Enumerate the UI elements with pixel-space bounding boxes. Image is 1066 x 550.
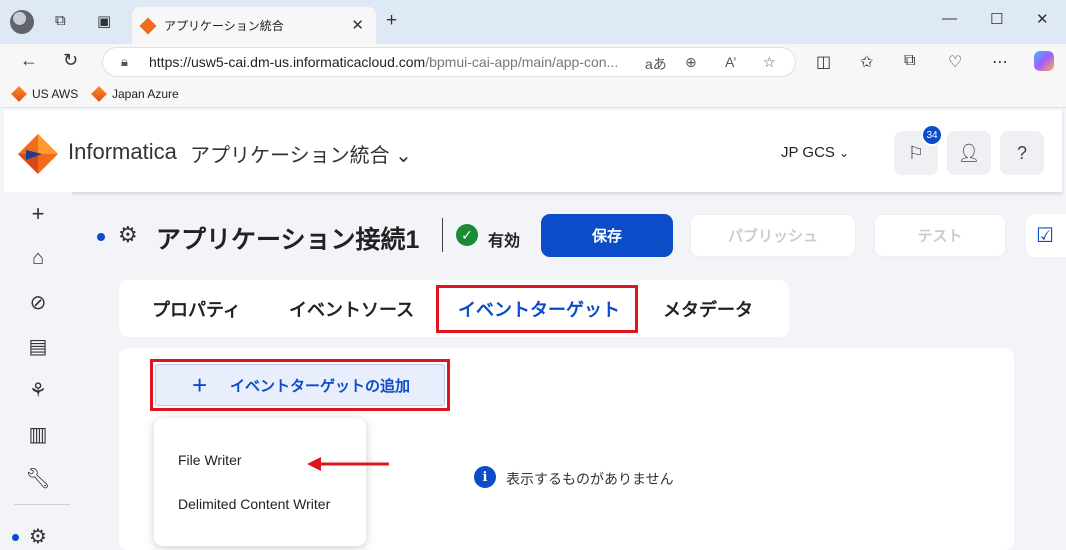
gears-icon[interactable]: ⚙ — [26, 524, 50, 548]
document-icon[interactable]: ▤ — [26, 334, 50, 358]
save-button[interactable]: 保存 — [541, 214, 673, 257]
module-name: アプリケーション統合 — [190, 145, 390, 167]
close-window-icon[interactable]: ✕ — [1036, 10, 1049, 28]
org-switcher[interactable]: JP GCS ⌄ — [781, 144, 849, 161]
chevron-down-icon: ⌄ — [839, 146, 850, 160]
tab-event-targets[interactable]: イベントターゲット — [458, 296, 620, 322]
url-host: https://usw5-cai.dm-us.informaticacloud.… — [149, 54, 426, 70]
browser-tab-title: アプリケーション統合 — [164, 19, 284, 33]
unsaved-indicator — [97, 233, 105, 241]
address-bar-row: ← ↻ 🔒︎ https://usw5-cai.dm-us.informatic… — [0, 44, 1066, 80]
maximize-icon[interactable]: ☐ — [990, 10, 1003, 28]
compass-icon[interactable]: ⊘ — [26, 290, 50, 314]
test-button[interactable]: テスト — [874, 214, 1006, 257]
empty-message: 表示するものがありません — [506, 471, 674, 487]
lock-icon[interactable]: 🔒︎ — [121, 54, 128, 70]
informatica-favicon-icon — [139, 17, 157, 34]
plus-icon[interactable]: + — [26, 201, 50, 226]
zoom-icon[interactable]: ⊕ — [685, 54, 697, 71]
annotation-arrow-icon — [307, 457, 389, 471]
event-targets-panel: + イベントターゲットの追加 File Writer Delimited Con… — [119, 348, 1014, 550]
status-label: 有効 — [488, 233, 521, 250]
tab-metadata[interactable]: メタデータ — [663, 296, 753, 322]
page-title: アプリケーション接続1 — [156, 226, 420, 254]
new-tab-icon[interactable]: + — [386, 10, 397, 32]
user-menu-button[interactable]: 👤︎ — [947, 131, 991, 175]
flag-icon: ⚐ — [907, 142, 925, 163]
text-size-icon[interactable]: aあ — [645, 54, 667, 74]
favorite-star-icon[interactable]: ☆ — [763, 54, 776, 71]
user-icon: 👤︎ — [957, 142, 981, 163]
org-name: JP GCS — [781, 144, 835, 161]
browser-tab-strip: ⧉ ▣ アプリケーション統合 ✕ + — ☐ ✕ — [0, 0, 1066, 44]
chevron-down-icon: ⌄ — [395, 145, 412, 167]
home-icon[interactable]: ⌂ — [26, 246, 50, 270]
event-target-menu: File Writer Delimited Content Writer — [154, 418, 366, 546]
url-path: /bpmui-cai-app/main/app-con... — [425, 54, 619, 70]
left-navigation: + ⌂ ⊘ ▤ ⚘ ▥ 🔧︎ ⚙ — [4, 192, 72, 550]
split-screen-icon[interactable]: ◫ — [816, 52, 831, 72]
wrench-icon[interactable]: 🔧︎ — [25, 466, 50, 490]
tab-properties[interactable]: プロパティ — [152, 296, 241, 322]
brand-name: Informatica — [68, 139, 177, 164]
nav-divider — [14, 504, 70, 505]
title-divider — [442, 218, 443, 252]
bookmark-label: US AWS — [32, 87, 79, 101]
bookmark-japan-azure[interactable]: Japan Azure — [91, 86, 179, 102]
clipboard-icon[interactable]: ▥ — [26, 422, 50, 446]
add-button-highlight — [150, 359, 450, 411]
menu-item-delimited-content-writer[interactable]: Delimited Content Writer — [178, 496, 330, 512]
url-field[interactable]: 🔒︎ https://usw5-cai.dm-us.informaticaclo… — [102, 47, 796, 77]
active-indicator — [12, 534, 19, 541]
profile-avatar[interactable] — [10, 10, 34, 34]
copilot-icon[interactable] — [1034, 51, 1054, 71]
connection-gear-icon: ⚙ — [118, 222, 138, 247]
bookmarks-bar: US AWS Japan Azure — [0, 80, 1066, 108]
module-switcher[interactable]: アプリケーション統合 ⌄ — [190, 139, 412, 168]
tab-actions-icon[interactable]: ▣ — [97, 12, 111, 30]
minimize-icon[interactable]: — — [942, 10, 957, 27]
menu-item-file-writer[interactable]: File Writer — [178, 452, 242, 468]
notification-count-badge: 34 — [921, 124, 943, 146]
refresh-icon[interactable]: ↻ — [63, 50, 78, 71]
more-options-icon[interactable]: ⋯ — [992, 52, 1008, 72]
app-header: Informatica アプリケーション統合 ⌄ JP GCS ⌄ ⚐ 34 👤… — [4, 110, 1062, 192]
back-icon[interactable]: ← — [20, 50, 38, 71]
favorites-icon[interactable]: ✩ — [860, 52, 873, 72]
bookmark-us-aws[interactable]: US AWS — [11, 86, 79, 102]
read-aloud-icon[interactable]: A’ — [725, 54, 736, 70]
info-icon: i — [474, 466, 496, 488]
help-icon: ? — [1016, 142, 1027, 163]
check-circle-icon: ✓ — [456, 224, 478, 246]
graph-icon[interactable]: ⚘ — [26, 378, 50, 402]
informatica-bookmark-icon — [11, 86, 27, 102]
close-tab-icon[interactable]: ✕ — [351, 16, 364, 34]
browser-essentials-icon[interactable]: ♡ — [948, 52, 962, 72]
browser-tab[interactable]: アプリケーション統合 ✕ — [132, 7, 376, 44]
informatica-bookmark-icon — [91, 86, 107, 102]
informatica-app: Informatica アプリケーション統合 ⌄ JP GCS ⌄ ⚐ 34 👤… — [4, 110, 1066, 550]
tab-bar: プロパティ イベントソース イベントターゲット メタデータ — [119, 280, 789, 337]
help-button[interactable]: ? — [1000, 131, 1044, 175]
collections-icon[interactable]: ⧉ — [904, 52, 915, 70]
informatica-logo-icon[interactable] — [16, 132, 60, 176]
workspaces-icon[interactable]: ⧉ — [55, 12, 66, 29]
tab-event-sources[interactable]: イベントソース — [289, 296, 414, 322]
publish-button[interactable]: パブリッシュ — [690, 214, 856, 257]
validate-button[interactable]: ☑ — [1026, 214, 1066, 257]
bookmark-label: Japan Azure — [112, 87, 179, 101]
checkbox-icon: ☑ — [1036, 225, 1054, 247]
